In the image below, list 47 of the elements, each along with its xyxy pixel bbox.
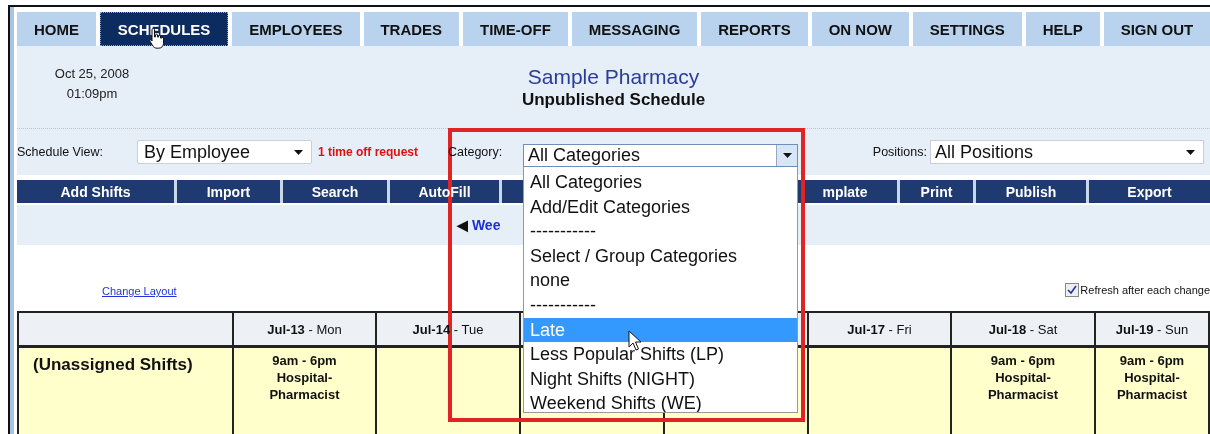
- nav-tab[interactable]: HOME: [17, 12, 96, 46]
- positions-select[interactable]: All Positions: [930, 140, 1204, 164]
- shift-time: 9am - 6pm: [272, 352, 337, 369]
- shift-position: Hospital-Pharmacist: [986, 369, 1060, 403]
- dropdown-option[interactable]: -----------: [524, 219, 797, 244]
- dropdown-option[interactable]: none: [524, 268, 797, 293]
- nav-tab[interactable]: SETTINGS: [912, 12, 1022, 46]
- column-header: Jul-13 - Mon: [267, 321, 342, 337]
- dropdown-arrow-icon: [294, 149, 303, 155]
- dropdown-arrow-icon: [1186, 149, 1195, 155]
- dropdown-option[interactable]: Select / Group Categories: [524, 243, 797, 269]
- dropdown-arrow-icon: [782, 153, 792, 158]
- dropdown-option[interactable]: -----------: [524, 292, 797, 318]
- column-header: Jul-19 - Sun: [1115, 321, 1189, 337]
- store-name: Sample Pharmacy: [527, 65, 700, 89]
- schedule-view-select[interactable]: By Employee: [137, 140, 312, 164]
- shift-time: 9am - 6pm: [1119, 352, 1185, 369]
- shift-position: Hospital-Pharmacist: [268, 369, 341, 403]
- week-link[interactable]: ◀ Wee: [457, 217, 501, 233]
- column-header: Jul-17 - Fri: [847, 321, 912, 337]
- shift-position: Hospital-Pharmacist: [1115, 369, 1189, 403]
- checkbox-label: Refresh after each change: [1080, 284, 1210, 296]
- nav-tab[interactable]: ON NOW: [811, 12, 909, 46]
- nav-tab[interactable]: TIME-OFF: [463, 12, 568, 46]
- nav-tab[interactable]: TRADES: [363, 12, 460, 46]
- shift-time: 9am - 6pm: [990, 352, 1056, 369]
- dropdown-button[interactable]: [776, 145, 797, 166]
- current-date: Oct 25, 2008: [54, 65, 130, 83]
- nav-tab[interactable]: MESSAGING: [571, 12, 698, 46]
- nav-tab[interactable]: HELP: [1025, 12, 1100, 46]
- nav-tab[interactable]: EMPLOYEES: [232, 12, 360, 46]
- field-label: Schedule View:: [17, 145, 104, 159]
- column-header: Jul-18 - Sat: [988, 321, 1058, 337]
- schedule-status: Unpublished Schedule: [521, 89, 706, 111]
- nav-tab[interactable]: REPORTS: [701, 12, 808, 46]
- field-label: Positions:: [872, 145, 927, 159]
- dropdown-option[interactable]: Less Popular Shifts (LP): [524, 342, 797, 367]
- nav-tab[interactable]: SCHEDULES: [99, 12, 229, 46]
- select-value: All Categories: [528, 145, 642, 166]
- nav-tab[interactable]: SIGN OUT: [1103, 12, 1210, 46]
- checkbox[interactable]: [1065, 283, 1080, 297]
- current-time: 01:09pm: [66, 85, 118, 103]
- row-label: (Unassigned Shifts): [33, 354, 193, 375]
- time-off-alert[interactable]: 1 time off request: [318, 145, 448, 159]
- change-layout-link[interactable]: Change Layout: [102, 285, 177, 297]
- category-select[interactable]: All Categories: [523, 144, 798, 167]
- dropdown-option[interactable]: Night Shifts (NIGHT): [524, 366, 797, 392]
